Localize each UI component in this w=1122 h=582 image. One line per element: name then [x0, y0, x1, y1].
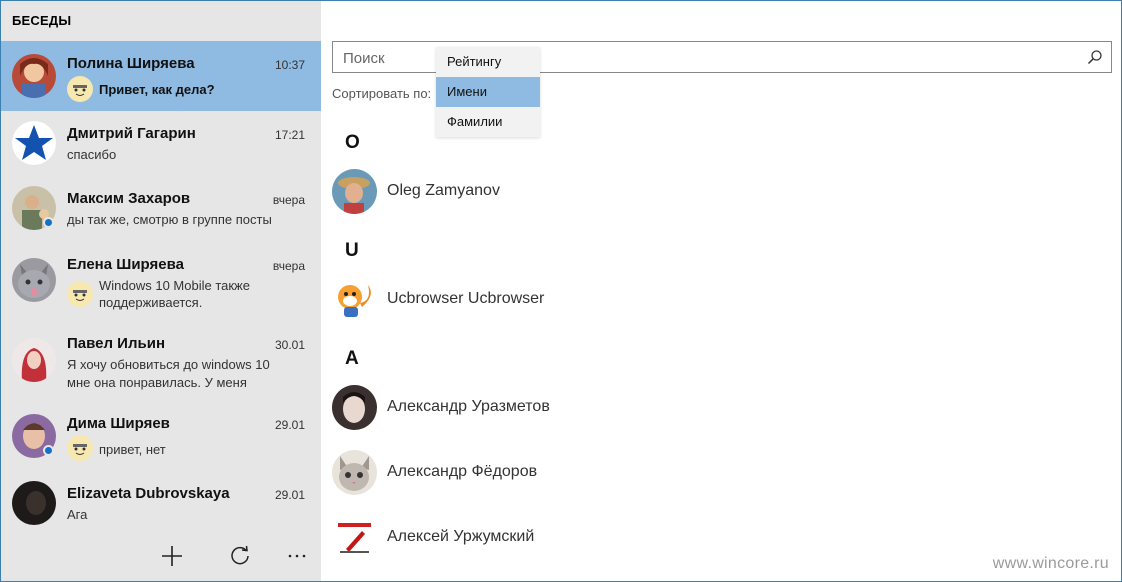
- conversation-message: Ага: [67, 507, 88, 522]
- contact-name: Oleg Zamyanov: [387, 182, 500, 199]
- conversation-message-line2: мне она понравилась. У меня: [67, 375, 247, 390]
- conversation-name: Павел Ильин: [67, 335, 165, 352]
- avatar: [12, 481, 56, 525]
- conversation-time: вчера: [272, 193, 305, 207]
- sort-option-name[interactable]: Имени: [436, 77, 540, 107]
- emoticon-icon: [67, 76, 93, 102]
- conversation-message: спасибо: [67, 147, 117, 162]
- conversation-message-line1: Я хочу обновиться до windows 10: [67, 357, 270, 372]
- conversation-message: привет, нет: [99, 442, 166, 457]
- avatar: [12, 121, 56, 165]
- sort-dropdown[interactable]: Рейтингу Имени Фамилии: [436, 47, 540, 137]
- more-icon[interactable]: [282, 541, 312, 571]
- conversation-time: вчера: [272, 259, 305, 273]
- search-icon[interactable]: [1087, 49, 1103, 65]
- conversation-time: 10:37: [274, 58, 305, 72]
- conversation-time: 29.01: [274, 488, 305, 502]
- conversations-sidebar: БЕСЕДЫ Полина Ширяева 10:37 Привет, как …: [1, 1, 321, 581]
- emoticon-icon: [67, 281, 93, 307]
- avatar: [332, 385, 377, 430]
- avatar: [332, 277, 377, 322]
- contact-item[interactable]: Oleg Zamyanov: [332, 167, 1092, 217]
- contact-name: Александр Фёдоров: [387, 463, 538, 480]
- online-status-icon: [43, 445, 54, 456]
- contact-name: Ucbrowser Ucbrowser: [387, 290, 545, 307]
- conversation-name: Елена Ширяева: [67, 256, 184, 273]
- contact-item[interactable]: Алексей Уржумский: [332, 513, 1092, 563]
- section-letter[interactable]: U: [345, 240, 359, 262]
- section-letter[interactable]: А: [345, 348, 359, 370]
- conversation-item[interactable]: Максим Захаров вчера ды так же, смотрю в…: [1, 181, 321, 251]
- sort-option-surname[interactable]: Фамилии: [436, 107, 540, 137]
- conversation-time: 17:21: [274, 128, 305, 142]
- contact-item[interactable]: Александр Уразметов: [332, 383, 1092, 433]
- avatar: [12, 258, 56, 302]
- sort-option-rating[interactable]: Рейтингу: [436, 47, 540, 77]
- contact-name: Алексей Уржумский: [387, 528, 535, 545]
- avatar: [12, 54, 56, 98]
- conversation-item[interactable]: Дмитрий Гагарин 17:21 спасибо: [1, 111, 321, 181]
- conversation-time: 29.01: [274, 418, 305, 432]
- conversation-item[interactable]: Павел Ильин 30.01 Я хочу обновиться до w…: [1, 321, 321, 391]
- conversation-item[interactable]: Полина Ширяева 10:37 Привет, как дела?: [1, 41, 321, 111]
- app-window: БЕСЕДЫ Полина Ширяева 10:37 Привет, как …: [0, 0, 1122, 582]
- conversation-name: Максим Захаров: [67, 190, 191, 207]
- avatar: [12, 338, 56, 382]
- online-status-icon: [43, 217, 54, 228]
- conversation-name: Elizaveta Dubrovskaya: [67, 485, 230, 502]
- conversation-name: Дима Ширяев: [67, 415, 170, 432]
- avatar: [332, 450, 377, 495]
- refresh-icon[interactable]: [225, 541, 255, 571]
- emoticon-icon: [67, 435, 93, 461]
- conversation-item[interactable]: Елена Ширяева вчера Windows 10 Mobile та…: [1, 251, 321, 321]
- conversation-item[interactable]: Elizaveta Dubrovskaya 29.01 Ага: [1, 471, 321, 541]
- conversation-message-line1: Windows 10 Mobile также: [99, 278, 250, 293]
- conversation-time: 30.01: [274, 338, 305, 352]
- avatar: [332, 169, 377, 214]
- conversation-message: ды так же, смотрю в группе посты: [67, 212, 272, 227]
- contact-item[interactable]: Александр Фёдоров: [332, 448, 1092, 498]
- conversation-message: Привет, как дела?: [99, 82, 215, 97]
- contact-item[interactable]: Ucbrowser Ucbrowser: [332, 275, 1092, 325]
- watermark: www.wincore.ru: [992, 555, 1109, 572]
- avatar: [332, 515, 377, 560]
- section-letter[interactable]: O: [345, 132, 360, 154]
- contact-name: Александр Уразметов: [387, 398, 550, 415]
- sort-label: Сортировать по:: [332, 86, 432, 101]
- plus-icon[interactable]: [157, 541, 187, 571]
- conversation-message-line2: поддерживается.: [99, 295, 203, 310]
- conversation-item[interactable]: Дима Ширяев 29.01 привет, нет: [1, 401, 321, 471]
- conversation-name: Дмитрий Гагарин: [67, 125, 196, 142]
- sidebar-title: БЕСЕДЫ: [12, 13, 72, 28]
- conversation-name: Полина Ширяева: [67, 55, 195, 72]
